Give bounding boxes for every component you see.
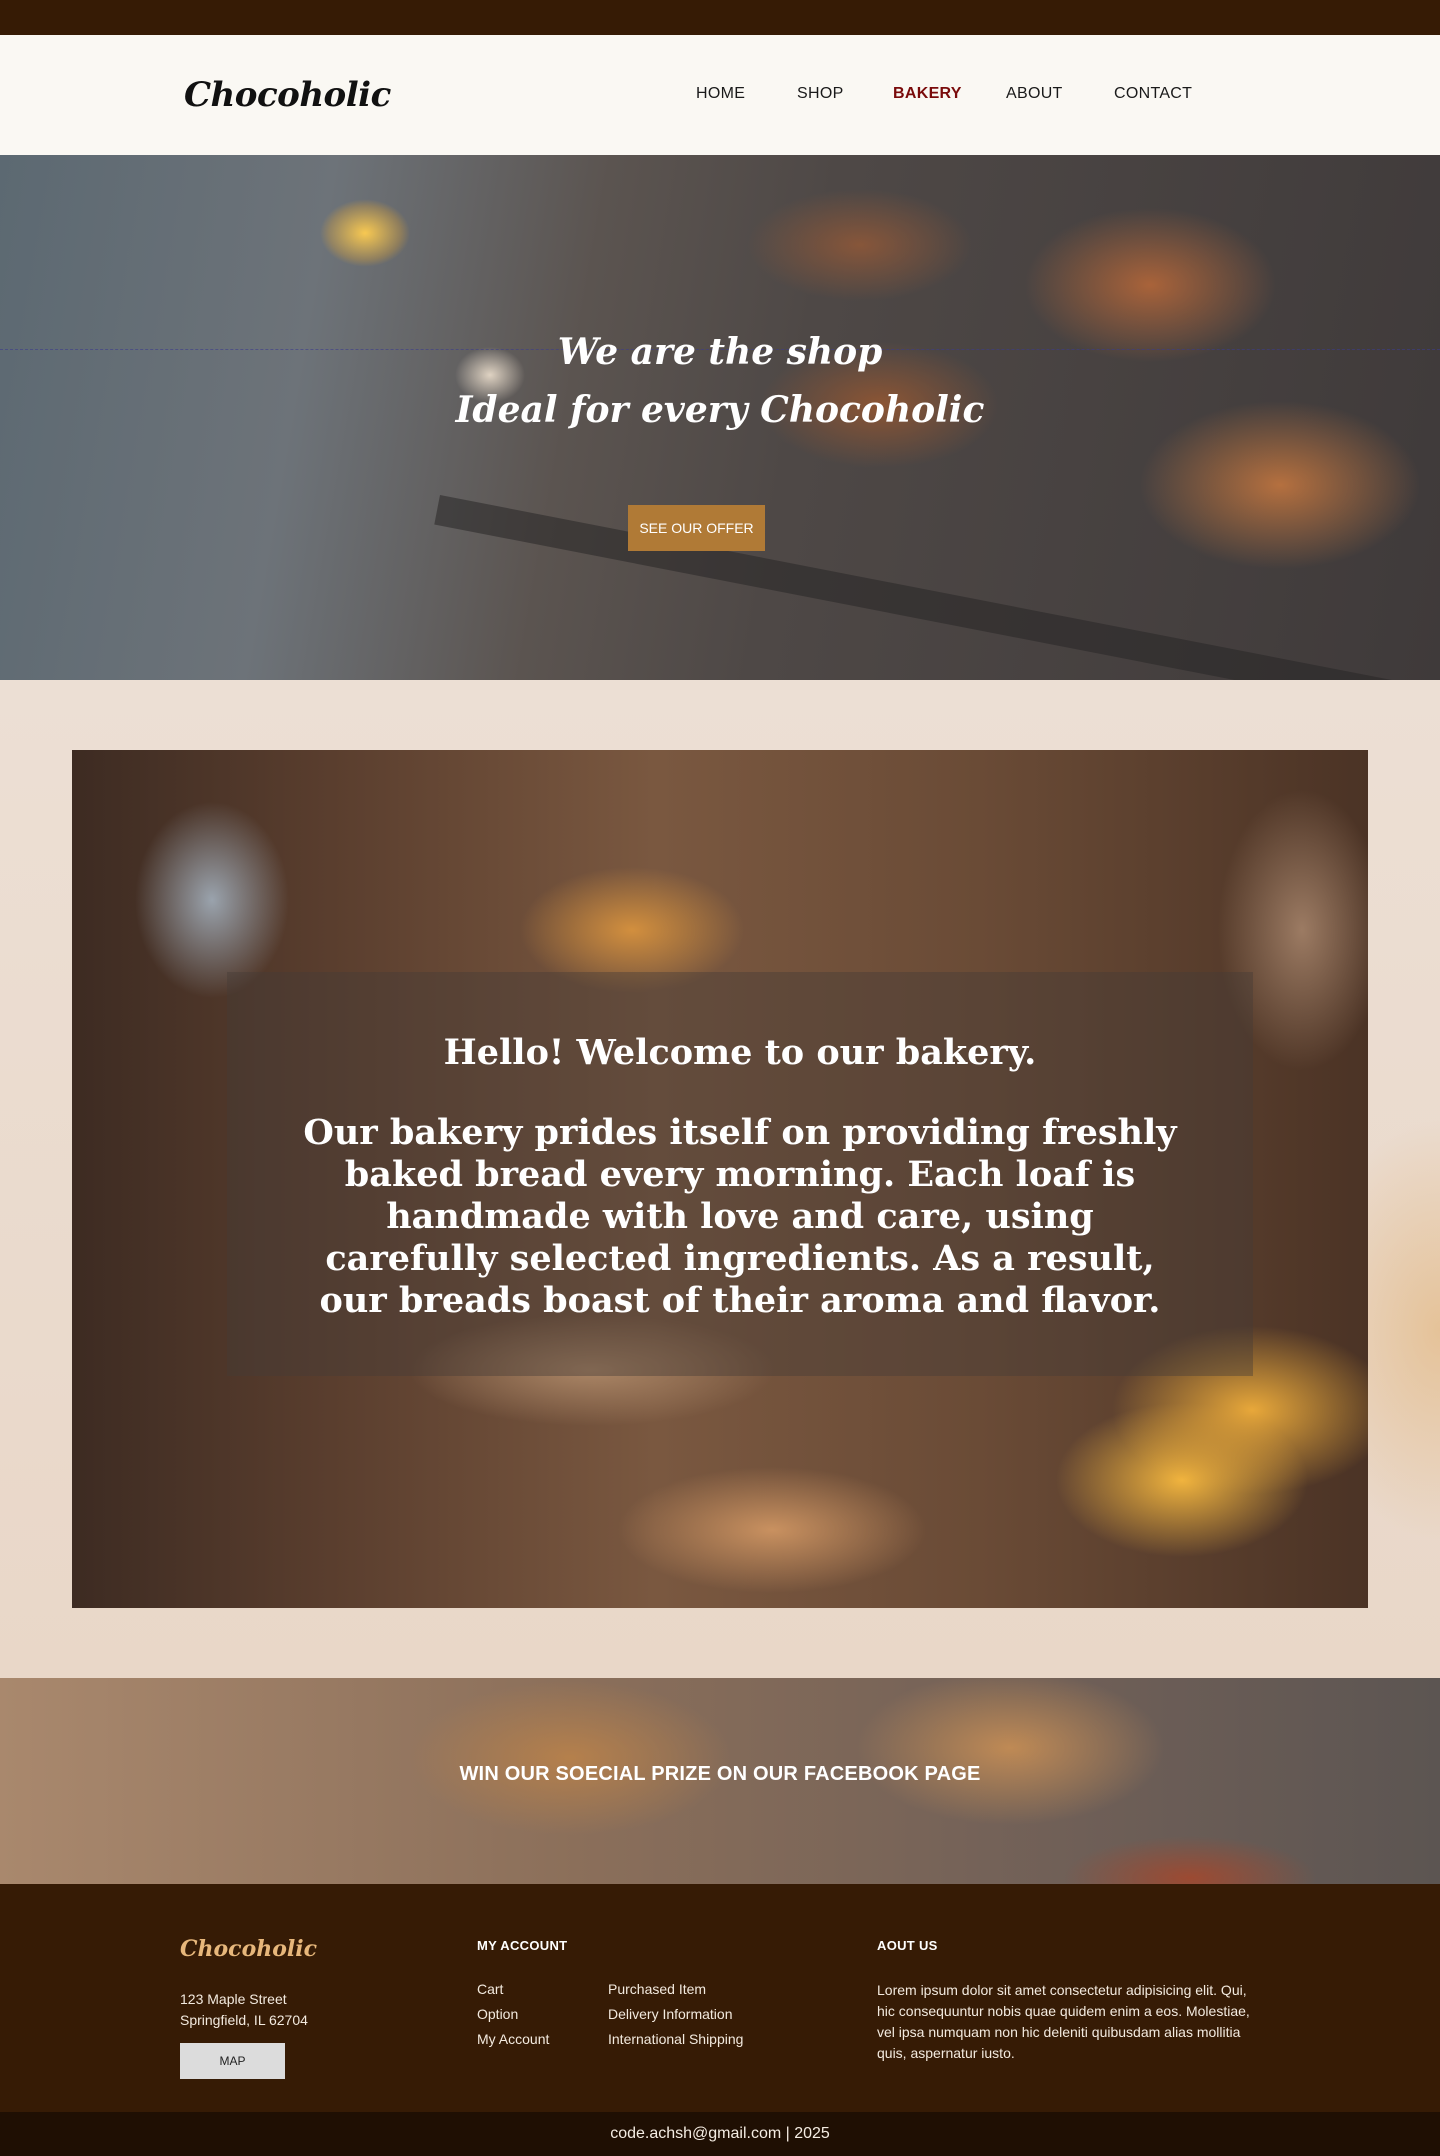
nav-home[interactable]: HOME xyxy=(696,85,745,103)
my-account-heading: MY ACCOUNT xyxy=(477,1938,568,1953)
footer-link-delivery-info[interactable]: Delivery Information xyxy=(608,2006,733,2022)
footer-link-my-account[interactable]: My Account xyxy=(477,2031,549,2047)
navbar: Chocoholic HOME SHOP BAKERY ABOUT CONTAC… xyxy=(0,35,1440,155)
hero-title-line1: We are the shop xyxy=(557,331,883,373)
footer-link-cart[interactable]: Cart xyxy=(477,1981,503,1997)
see-offer-button[interactable]: SEE OUR OFFER xyxy=(628,505,765,551)
footer-link-international-shipping[interactable]: International Shipping xyxy=(608,2031,743,2047)
hero-banner: We are the shop Ideal for every Chocohol… xyxy=(0,155,1440,680)
footer-logo: Chocoholic xyxy=(180,1936,318,1962)
nav-contact[interactable]: CONTACT xyxy=(1114,85,1192,103)
welcome-section: Hello! Welcome to our bakery. Our bakery… xyxy=(0,680,1440,1678)
nav-shop[interactable]: SHOP xyxy=(797,85,844,103)
top-strip xyxy=(0,0,1440,35)
welcome-body: Our bakery prides itself on providing fr… xyxy=(303,1112,1177,1321)
hero-shelf-decor xyxy=(434,495,1440,680)
hero-title-line2: Ideal for every Chocoholic xyxy=(455,389,985,431)
about-us-text: Lorem ipsum dolor sit amet consectetur a… xyxy=(877,1982,1250,2061)
promo-banner: WIN OUR SOECIAL PRIZE ON OUR FACEBOOK PA… xyxy=(0,1678,1440,1884)
address-line1: 123 Maple Street xyxy=(180,1991,287,2007)
footer-link-purchased-item[interactable]: Purchased Item xyxy=(608,1981,706,1997)
footer: Chocoholic 123 Maple Street Springfield,… xyxy=(0,1884,1440,2112)
welcome-heading: Hello! Welcome to our bakery. xyxy=(443,1032,1037,1073)
about-us-heading: AOUT US xyxy=(877,1938,938,1953)
address-line2: Springfield, IL 62704 xyxy=(180,2012,308,2028)
promo-text[interactable]: WIN OUR SOECIAL PRIZE ON OUR FACEBOOK PA… xyxy=(0,1763,1440,1786)
bakery-photo-card: Hello! Welcome to our bakery. Our bakery… xyxy=(72,750,1368,1608)
copyright-bar: code.achsh@gmail.com | 2025 xyxy=(0,2112,1440,2156)
brand-logo[interactable]: Chocoholic xyxy=(184,75,391,115)
nav-about[interactable]: ABOUT xyxy=(1006,85,1063,103)
nav-bakery[interactable]: BAKERY xyxy=(893,85,962,103)
footer-link-option[interactable]: Option xyxy=(477,2006,518,2022)
map-button[interactable]: MAP xyxy=(180,2043,285,2079)
